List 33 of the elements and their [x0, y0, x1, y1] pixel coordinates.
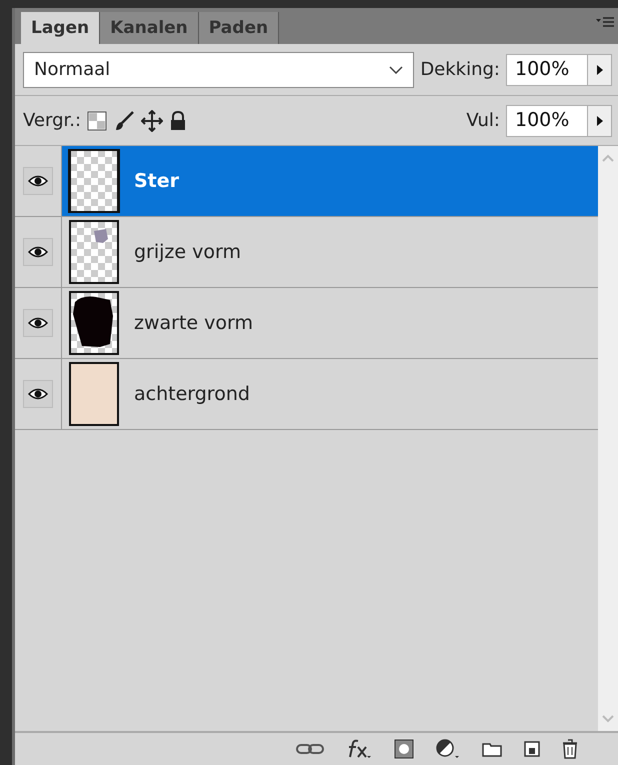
- layer-name: zwarte vorm: [134, 312, 254, 334]
- panel-tab[interactable]: Lagen: [21, 12, 100, 44]
- adjustment-icon[interactable]: [436, 739, 460, 759]
- visibility-toggle[interactable]: [23, 309, 53, 337]
- blend-mode-dropdown[interactable]: Normaal: [23, 52, 414, 88]
- fill-label: Vul:: [466, 110, 500, 131]
- visibility-toggle[interactable]: [23, 380, 53, 408]
- layer-name: achtergrond: [134, 383, 250, 405]
- move-icon[interactable]: [141, 110, 164, 132]
- chevron-down-icon: [389, 66, 404, 74]
- brush-icon[interactable]: [113, 110, 136, 132]
- eye-icon: [28, 317, 48, 329]
- folder-icon[interactable]: [482, 741, 502, 757]
- lock-icon[interactable]: [169, 110, 188, 130]
- link-icon[interactable]: [296, 743, 324, 755]
- eye-icon: [28, 388, 48, 400]
- layer-row[interactable]: Ster: [62, 146, 598, 216]
- eye-icon: [28, 246, 48, 258]
- trash-icon[interactable]: [562, 739, 578, 759]
- visibility-toggle[interactable]: [23, 167, 53, 195]
- panel-tab[interactable]: Kanalen: [100, 12, 199, 44]
- eye-icon: [28, 175, 48, 187]
- panel-tab[interactable]: Paden: [198, 12, 280, 44]
- layer-name: grijze vorm: [134, 241, 241, 263]
- menu-icon[interactable]: [596, 16, 614, 30]
- checkerboard-icon[interactable]: [87, 110, 108, 130]
- mask-icon[interactable]: [394, 739, 414, 759]
- new-layer-icon[interactable]: [524, 741, 540, 757]
- effects-icon[interactable]: [346, 739, 372, 759]
- visibility-toggle[interactable]: [23, 238, 53, 266]
- layer-name: Ster: [134, 170, 180, 192]
- opacity-label: Dekking:: [420, 59, 500, 80]
- lock-label: Vergr.:: [23, 110, 82, 131]
